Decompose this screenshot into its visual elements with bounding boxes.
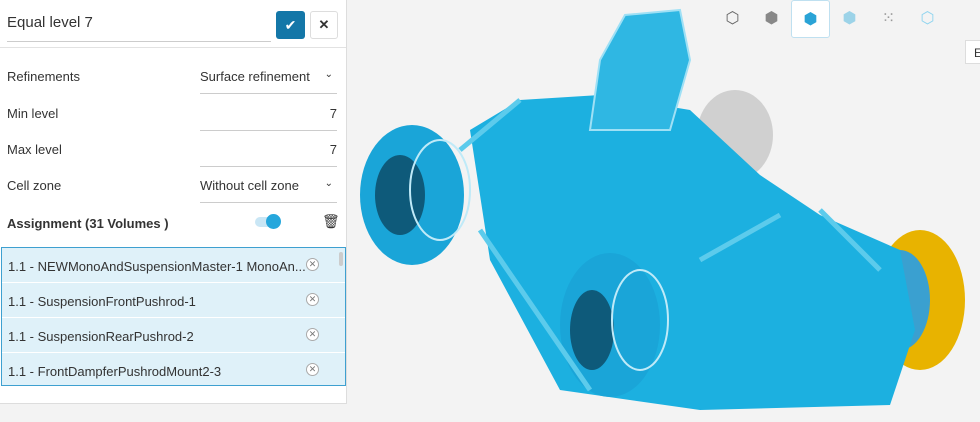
check-icon: ✔ xyxy=(284,17,297,33)
field-label: Refinements xyxy=(7,69,80,84)
remove-icon[interactable]: ✕ xyxy=(306,293,319,306)
cube-outline-icon: ⬡ xyxy=(725,10,740,27)
solid-edges-view-button[interactable]: ⬢ xyxy=(791,0,830,38)
cube-points-icon: ⁙ xyxy=(881,10,896,27)
view-mode-toolbar: ⬡ ⬢ ⬢ ⬢ ⁙ ⬡ xyxy=(713,0,947,39)
solid-view-button[interactable]: ⬢ xyxy=(752,0,791,38)
close-button[interactable]: ✕ xyxy=(310,11,338,39)
car-model xyxy=(360,8,965,410)
confirm-button[interactable]: ✔ xyxy=(276,11,305,39)
wireframe-view-button[interactable]: ⬡ xyxy=(713,0,752,38)
close-icon: ✕ xyxy=(318,17,330,32)
item-label: 1.1 - NEWMonoAndSuspensionMaster-1 MonoA… xyxy=(8,259,306,274)
tooltip: E xyxy=(965,40,980,64)
trash-icon[interactable]: 🗑 xyxy=(322,213,340,230)
assignment-toggle[interactable] xyxy=(255,214,281,229)
refinement-panel: Equal level 7 ✔ ✕ Refinements Surface re… xyxy=(0,0,347,404)
item-label: 1.1 - SuspensionFrontPushrod-1 xyxy=(8,294,196,309)
field-label: Cell zone xyxy=(7,178,62,193)
remove-icon[interactable]: ✕ xyxy=(306,258,319,271)
remove-icon[interactable]: ✕ xyxy=(306,328,319,341)
select-value: Surface refinement xyxy=(200,69,310,84)
cube-solid-edges-icon: ⬢ xyxy=(803,11,818,28)
list-item[interactable]: 1.1 - SuspensionFrontPushrod-1 ✕ xyxy=(2,283,345,318)
min-level-input[interactable]: 7 xyxy=(200,94,337,131)
field-label: Min level xyxy=(7,106,59,121)
cube-light-icon: ⬡ xyxy=(920,10,935,27)
chevron-down-icon: ⌄ xyxy=(324,69,333,80)
cell-zone-row: Cell zone Without cell zone ⌄ xyxy=(7,166,337,203)
field-label: Max level xyxy=(7,142,62,157)
scrollbar[interactable] xyxy=(339,252,343,266)
assignment-list: 1.1 - NEWMonoAndSuspensionMaster-1 MonoA… xyxy=(1,247,346,386)
min-level-row: Min level 7 xyxy=(7,94,337,131)
cell-zone-select[interactable]: Without cell zone ⌄ xyxy=(200,166,337,203)
chevron-down-icon: ⌄ xyxy=(324,178,333,189)
cube-solid-icon: ⬢ xyxy=(764,10,779,27)
cube-transparent-icon: ⬢ xyxy=(842,10,857,27)
max-level-input[interactable]: 7 xyxy=(200,130,337,167)
item-label: 1.1 - SuspensionRearPushrod-2 xyxy=(8,329,194,344)
transparent-edges-view-button[interactable]: ⬡ xyxy=(908,0,947,38)
max-level-row: Max level 7 xyxy=(7,130,337,167)
select-value: Without cell zone xyxy=(200,178,299,193)
list-item[interactable]: 1.1 - FrontDampferPushrodMount2-3 ✕ xyxy=(2,353,345,385)
assignment-label: Assignment (31 Volumes ) xyxy=(7,216,169,231)
refinements-row: Refinements Surface refinement ⌄ xyxy=(7,57,337,94)
refinements-select[interactable]: Surface refinement ⌄ xyxy=(200,57,337,94)
list-item[interactable]: 1.1 - SuspensionRearPushrod-2 ✕ xyxy=(2,318,345,353)
item-label: 1.1 - FrontDampferPushrodMount2-3 xyxy=(8,364,222,379)
refinement-name-input[interactable]: Equal level 7 xyxy=(7,14,271,42)
transparent-view-button[interactable]: ⬢ xyxy=(830,0,869,38)
points-view-button[interactable]: ⁙ xyxy=(869,0,908,38)
remove-icon[interactable]: ✕ xyxy=(306,363,319,376)
list-item[interactable]: 1.1 - NEWMonoAndSuspensionMaster-1 MonoA… xyxy=(2,248,345,283)
